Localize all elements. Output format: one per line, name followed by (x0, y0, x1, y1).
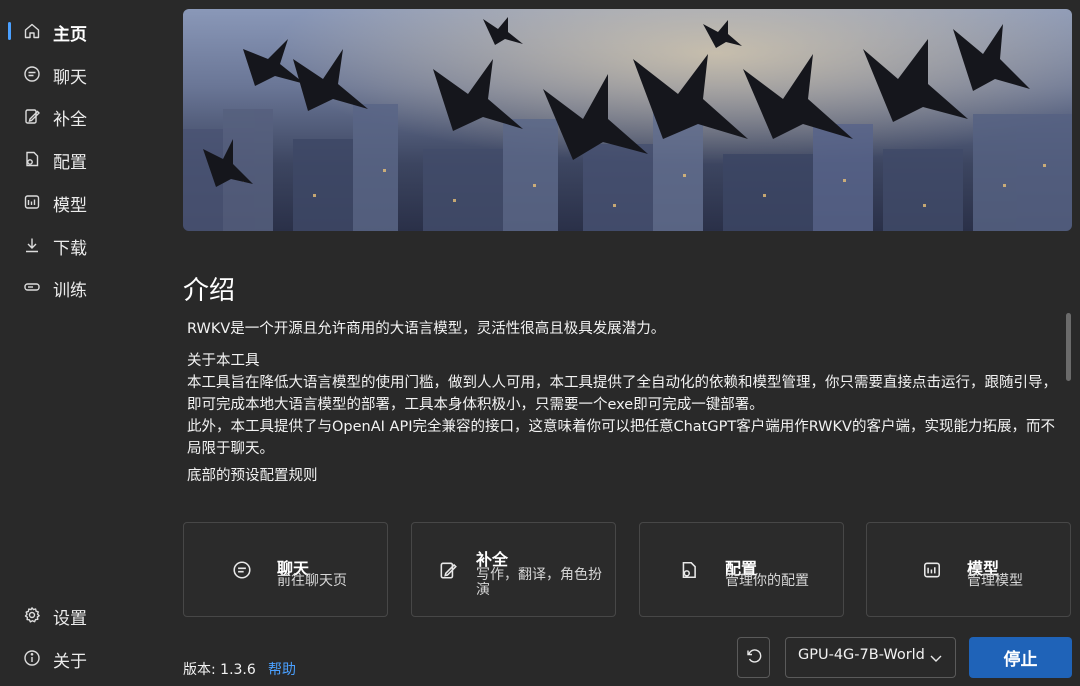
card-completion[interactable]: 补全 写作，翻译，角色扮演 (411, 522, 616, 617)
sidebar-item-label: 下载 (53, 239, 87, 259)
sidebar-item-label: 补全 (53, 110, 87, 130)
preset-value: GPU-4G-7B-World (798, 647, 925, 663)
sidebar-item-completion[interactable]: 补全 (0, 96, 160, 136)
sidebar-item-chat[interactable]: 聊天 (0, 54, 160, 94)
sidebar-item-about[interactable]: 关于 (0, 638, 160, 678)
scrollbar-thumb[interactable] (1066, 313, 1071, 381)
info-icon (22, 648, 42, 668)
card-configs[interactable]: 配置 管理你的配置 (639, 522, 844, 617)
app-window: 主页 聊天 补全 配置 模型 下载 训练 设置 关于 介绍 RWKV是一个开源且… (0, 0, 1080, 686)
stop-button[interactable]: 停止 (969, 637, 1072, 678)
intro-title: 介绍 (183, 276, 236, 306)
preset-rules-text: 底部的预设配置规则 (187, 468, 318, 484)
preset-dropdown[interactable]: GPU-4G-7B-World (785, 637, 956, 678)
about-tool-title: 关于本工具 (187, 353, 260, 369)
sidebar-item-train[interactable]: 训练 (0, 267, 160, 307)
sidebar-item-label: 关于 (53, 652, 87, 672)
sidebar-item-home[interactable]: 主页 (0, 11, 160, 51)
chat-icon (232, 560, 252, 580)
config-icon (22, 149, 42, 169)
sidebar-item-label: 配置 (53, 153, 87, 173)
card-description: 写作，翻译，角色扮演 (476, 567, 602, 598)
config-icon (679, 560, 699, 580)
card-chat[interactable]: 聊天 前往聊天页 (183, 522, 388, 617)
chat-icon (22, 64, 42, 84)
model-icon (22, 192, 42, 212)
help-link[interactable]: 帮助 (268, 659, 296, 679)
settings-icon (22, 605, 42, 625)
version-label: 版本: 1.3.6 (183, 662, 256, 678)
chevron-down-icon (929, 650, 943, 669)
banner-image (183, 9, 1072, 231)
card-description: 前往聊天页 (277, 573, 347, 589)
card-description: 管理你的配置 (725, 573, 809, 589)
model-icon (922, 560, 942, 580)
sidebar-item-label: 设置 (53, 609, 87, 629)
train-icon (22, 277, 42, 297)
sidebar: 主页 聊天 补全 配置 模型 下载 训练 设置 关于 (0, 0, 170, 686)
sidebar-item-configs[interactable]: 配置 (0, 139, 160, 179)
reset-icon (745, 647, 763, 669)
download-icon (22, 235, 42, 255)
sidebar-item-settings[interactable]: 设置 (0, 595, 160, 635)
home-icon (22, 21, 42, 41)
about-tool-section: 关于本工具 本工具旨在降低大语言模型的使用门槛，做到人人可用，本工具提供了全自动… (187, 350, 1057, 460)
sidebar-item-models[interactable]: 模型 (0, 182, 160, 222)
edit-icon (22, 106, 42, 126)
card-models[interactable]: 模型 管理模型 (866, 522, 1071, 617)
about-tool-text-api: 此外，本工具提供了与OpenAI API完全兼容的接口，这意味着你可以把任意Ch… (187, 419, 1055, 457)
reset-button[interactable] (737, 637, 770, 678)
edit-icon (438, 560, 458, 580)
card-description: 管理模型 (967, 573, 1023, 589)
sidebar-item-label: 训练 (53, 281, 87, 301)
sidebar-item-label: 主页 (53, 25, 87, 45)
active-indicator (8, 22, 11, 40)
intro-paragraph: RWKV是一个开源且允许商用的大语言模型，灵活性很高且极具发展潜力。 (187, 321, 666, 337)
about-tool-text: 本工具旨在降低大语言模型的使用门槛，做到人人可用，本工具提供了全自动化的依赖和模… (187, 375, 1057, 413)
sidebar-item-downloads[interactable]: 下载 (0, 225, 160, 265)
sidebar-item-label: 模型 (53, 196, 87, 216)
sidebar-item-label: 聊天 (53, 68, 87, 88)
